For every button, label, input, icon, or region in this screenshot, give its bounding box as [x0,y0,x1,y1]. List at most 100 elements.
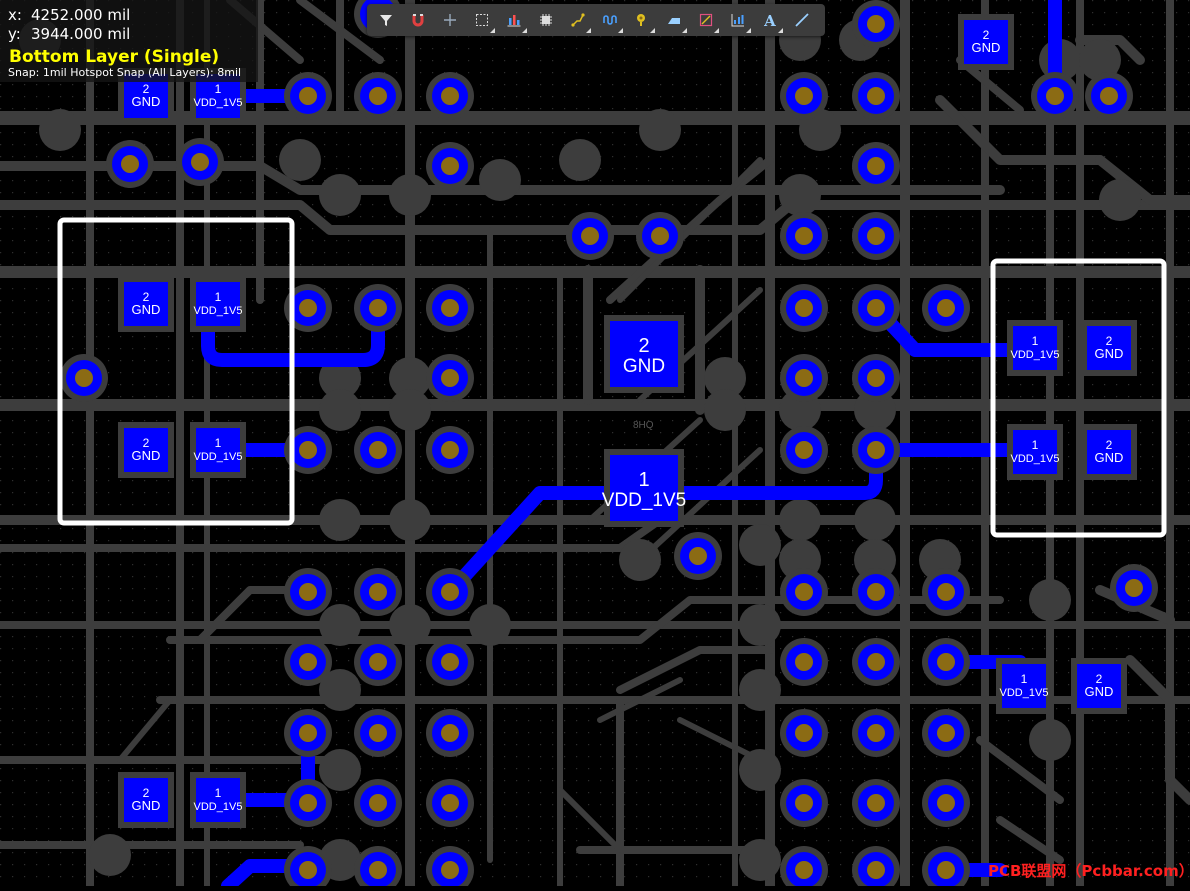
via[interactable] [922,709,970,757]
smd-pad-vdd-1v5[interactable]: 1VDD_1V5 [190,276,246,332]
smd-pad-gnd[interactable]: 2GND [1071,658,1127,714]
via[interactable] [780,212,828,260]
via[interactable] [354,638,402,686]
pcb-board[interactable]: 2GND2GND2GND2GND2GND2GND2GND2GND1VDD_1V5… [0,0,1190,891]
via[interactable] [636,212,684,260]
via[interactable] [354,709,402,757]
text-tool-button[interactable]: A [756,6,784,34]
align-tool-button[interactable] [500,6,528,34]
crosshair-tool-button[interactable] [436,6,464,34]
via[interactable] [354,72,402,120]
smd-pad-gnd[interactable]: 2GND [1081,424,1137,480]
component-tool-button[interactable] [532,6,560,34]
via[interactable] [852,354,900,402]
tune-length-icon [603,15,617,25]
via[interactable] [354,568,402,616]
via[interactable] [852,72,900,120]
via[interactable] [354,779,402,827]
smd-pad-gnd[interactable]: 2GND [118,276,174,332]
via[interactable] [1031,72,1079,120]
pad-number: 1 [1021,672,1028,686]
via[interactable] [284,779,332,827]
magnet-tool-button[interactable] [404,6,432,34]
via[interactable] [922,568,970,616]
dimension-tool-button[interactable] [724,6,752,34]
via[interactable] [852,426,900,474]
smd-pad-gnd[interactable]: 2GND [604,315,684,393]
smd-pad-vdd-1v5[interactable]: 1VDD_1V5 [602,449,687,527]
gray-pad [739,669,781,711]
via[interactable] [674,532,722,580]
smd-pad-vdd-1v5[interactable]: 1VDD_1V5 [1007,320,1063,376]
gray-pad [739,749,781,791]
via[interactable] [852,638,900,686]
via[interactable] [426,426,474,474]
via[interactable] [922,779,970,827]
smd-pad-gnd[interactable]: 2GND [1081,320,1137,376]
pad-net: VDD_1V5 [602,490,687,511]
smd-pad-gnd[interactable]: 2GND [958,14,1014,70]
via[interactable] [780,72,828,120]
via[interactable] [426,284,474,332]
via[interactable] [284,638,332,686]
via[interactable] [354,426,402,474]
via[interactable] [780,284,828,332]
via[interactable] [852,212,900,260]
via[interactable] [426,568,474,616]
smd-pad-vdd-1v5[interactable]: 1VDD_1V5 [996,658,1052,714]
via[interactable] [780,426,828,474]
via[interactable] [426,142,474,190]
via[interactable] [284,72,332,120]
watermark: PCB联盟网（Pcbbar.com） [988,862,1190,880]
via[interactable] [426,354,474,402]
via[interactable] [354,284,402,332]
via[interactable] [426,72,474,120]
select-rect-tool-button[interactable] [468,6,496,34]
via[interactable] [852,779,900,827]
via[interactable] [426,638,474,686]
pcb-canvas[interactable]: 2 GND 2 GND 2 GND 2 GND 2 GND 2 GND 2 GND 2 GND 1 VDD_1V5… [0,0,1190,891]
filter-tool-button[interactable] [372,6,400,34]
via[interactable] [852,142,900,190]
via[interactable] [426,709,474,757]
smd-pad-vdd-1v5[interactable]: 1VDD_1V5 [190,422,246,478]
via[interactable] [60,354,108,402]
via[interactable] [852,284,900,332]
via-tool-button[interactable] [628,6,656,34]
via[interactable] [780,779,828,827]
via[interactable] [852,709,900,757]
via[interactable] [852,568,900,616]
via[interactable] [780,568,828,616]
via[interactable] [566,212,614,260]
dropdown-indicator-icon [650,28,655,33]
smd-pad-gnd[interactable]: 2GND [118,772,174,828]
gray-pad [854,499,896,541]
gray-pad [1029,719,1071,761]
via-hole [867,724,885,742]
line-tool-button[interactable] [788,6,816,34]
via[interactable] [780,709,828,757]
ref-text: 8HQ [633,420,654,431]
via[interactable] [780,638,828,686]
smd-pad-vdd-1v5[interactable]: 1VDD_1V5 [1007,424,1063,480]
polygon-tool-button[interactable] [660,6,688,34]
keepout-tool-button[interactable] [692,6,720,34]
via-hole [867,87,885,105]
via[interactable] [852,0,900,48]
smd-pad-vdd-1v5[interactable]: 1VDD_1V5 [190,772,246,828]
via[interactable] [106,140,154,188]
route-tool-button[interactable] [564,6,592,34]
via[interactable] [922,638,970,686]
via-hole [299,724,317,742]
via[interactable] [1085,72,1133,120]
via[interactable] [284,709,332,757]
gray-pad [739,524,781,566]
smd-pad-gnd[interactable]: 2GND [118,422,174,478]
via[interactable] [780,354,828,402]
via[interactable] [176,138,224,186]
via[interactable] [284,568,332,616]
tune-length-tool-button[interactable] [596,6,624,34]
via[interactable] [922,284,970,332]
via[interactable] [426,779,474,827]
via[interactable] [1110,564,1158,612]
